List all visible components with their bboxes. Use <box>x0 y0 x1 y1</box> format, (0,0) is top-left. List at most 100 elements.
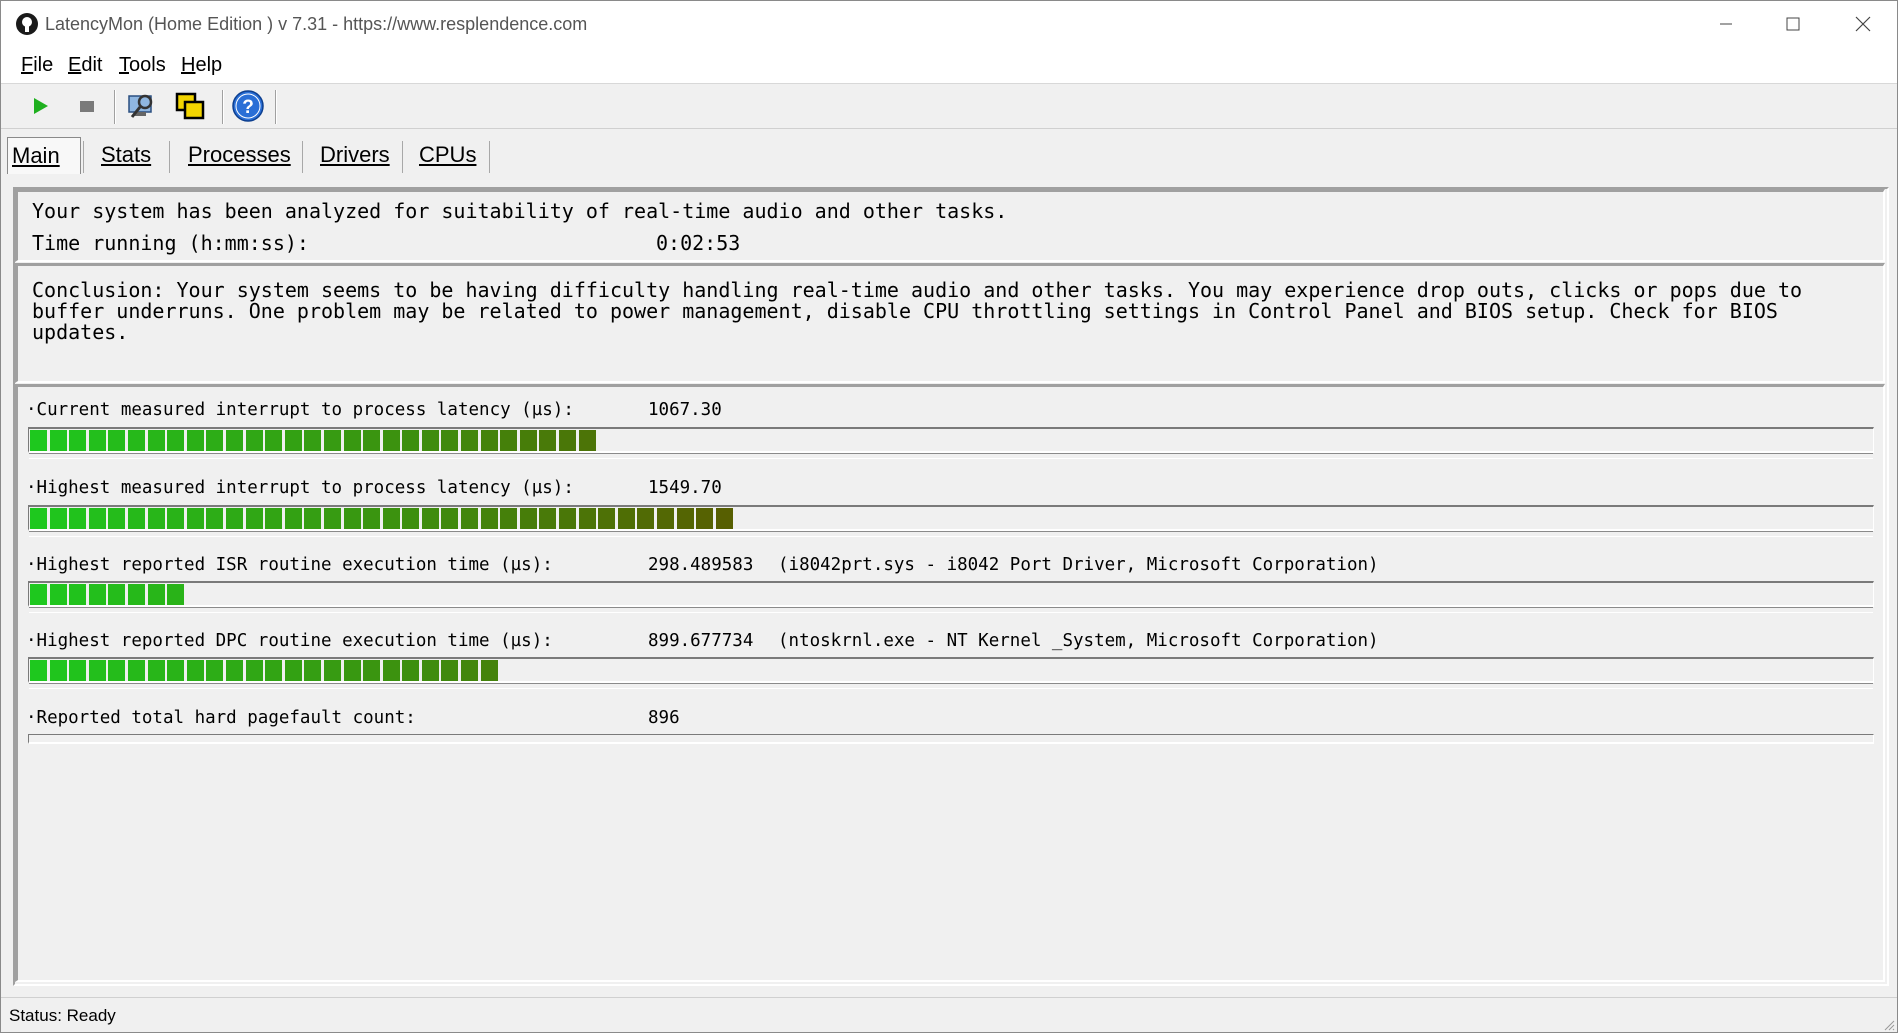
bar-segment <box>108 660 126 681</box>
bar-segment <box>304 660 322 681</box>
bar-segment <box>186 508 204 529</box>
bar-fill-current-latency <box>30 430 598 451</box>
bar-segment <box>147 508 165 529</box>
tab-main[interactable]: Main <box>7 137 81 174</box>
bar-segment <box>69 584 87 605</box>
bar-segment <box>245 660 263 681</box>
menu-file[interactable]: File <box>21 47 53 83</box>
bar-segment <box>69 430 87 451</box>
bar-segment <box>265 508 283 529</box>
bar-segment <box>343 508 361 529</box>
metric-label-current-latency: ·Current measured interrupt to process l… <box>26 400 574 420</box>
latencymon-app-icon <box>15 12 39 36</box>
bar-segment <box>284 508 302 529</box>
tab-drivers[interactable]: Drivers <box>316 139 394 171</box>
tab-cpus[interactable]: CPUs <box>415 139 480 171</box>
help-button[interactable]: ? <box>229 88 267 124</box>
title-bar[interactable]: LatencyMon (Home Edition ) v 7.31 - http… <box>1 1 1897 47</box>
bar-segment <box>382 660 400 681</box>
tab-stats[interactable]: Stats <box>97 139 155 171</box>
metric-value-isr-time: 298.489583 <box>648 555 754 575</box>
bar-segment <box>304 430 322 451</box>
bar-segment <box>500 508 518 529</box>
conclusion-text: Conclusion: Your system seems to be havi… <box>32 278 1815 344</box>
bar-segment <box>49 660 67 681</box>
bar-segment <box>363 508 381 529</box>
bar-segment <box>480 660 498 681</box>
minimize-button[interactable] <box>1691 1 1761 47</box>
menu-edit[interactable]: Edit <box>68 47 102 83</box>
bar-segment <box>265 430 283 451</box>
stop-button[interactable] <box>68 88 106 124</box>
bar-current-latency <box>28 427 1874 459</box>
main-panel: Your system has been analyzed for suitab… <box>13 187 1889 986</box>
toolbar: ? <box>1 84 1897 129</box>
menu-bar: File Edit Tools Help <box>1 47 1897 84</box>
bar-segment <box>284 660 302 681</box>
bar-segment <box>578 508 596 529</box>
conclusion-panel: Conclusion: Your system seems to be havi… <box>15 263 1885 383</box>
close-button[interactable] <box>1828 1 1897 47</box>
bar-segment <box>402 508 420 529</box>
summary-panel: Your system has been analyzed for suitab… <box>15 189 1885 262</box>
bar-segment <box>147 430 165 451</box>
bar-segment <box>500 430 518 451</box>
bar-fill-isr-time <box>30 584 187 605</box>
bar-segment <box>539 508 557 529</box>
bar-segment <box>402 660 420 681</box>
maximize-button[interactable] <box>1758 1 1828 47</box>
metric-label-pagefault-count: ·Reported total hard pagefault count: <box>26 708 416 728</box>
bar-segment <box>30 584 47 605</box>
bar-segment <box>69 660 87 681</box>
bar-segment <box>127 508 145 529</box>
bar-segment <box>167 430 185 451</box>
bar-segment <box>382 430 400 451</box>
bar-segment <box>88 508 106 529</box>
analyze-button[interactable] <box>122 88 160 124</box>
bar-segment <box>245 508 263 529</box>
bar-segment <box>363 430 381 451</box>
bar-segment <box>617 508 635 529</box>
tab-processes[interactable]: Processes <box>184 139 295 171</box>
metric-driver-isr: (i8042prt.sys - i8042 Port Driver, Micro… <box>778 555 1379 575</box>
bar-segment <box>598 508 616 529</box>
bar-segment <box>441 660 459 681</box>
bar-segment <box>108 584 126 605</box>
bar-segment <box>382 508 400 529</box>
close-icon <box>1855 16 1871 32</box>
bar-segment <box>69 508 87 529</box>
bar-segment <box>421 508 439 529</box>
status-bar: Status: Ready <box>1 997 1897 1032</box>
metric-label-highest-latency: ·Highest measured interrupt to process l… <box>26 478 574 498</box>
bar-segment <box>519 430 537 451</box>
analysis-summary-text: Your system has been analyzed for suitab… <box>32 199 1008 223</box>
bar-segment <box>343 430 361 451</box>
bar-segment <box>147 584 165 605</box>
status-text: Status: Ready <box>9 1006 116 1025</box>
bar-segment <box>441 508 459 529</box>
bar-segment <box>304 508 322 529</box>
bar-segment <box>206 430 224 451</box>
bar-segment <box>127 584 145 605</box>
bar-segment <box>30 660 47 681</box>
metrics-panel: ·Current measured interrupt to process l… <box>15 384 1885 982</box>
bar-segment <box>49 508 67 529</box>
bar-segment <box>402 430 420 451</box>
time-running-label: Time running (h:mm:ss): <box>32 231 309 255</box>
bar-segment <box>715 508 733 529</box>
tab-bar: Main Stats Processes Drivers CPUs <box>1 131 1897 177</box>
metric-value-pagefault-count: 896 <box>648 708 680 728</box>
bar-segment <box>108 508 126 529</box>
resize-grip-icon[interactable] <box>1883 1019 1895 1031</box>
menu-help[interactable]: Help <box>181 47 222 83</box>
windows-button[interactable] <box>171 88 209 124</box>
menu-tools[interactable]: Tools <box>119 47 166 83</box>
bar-segment <box>88 660 106 681</box>
bar-segment <box>206 508 224 529</box>
bar-segment <box>323 430 341 451</box>
maximize-icon <box>1786 17 1800 31</box>
bar-segment <box>225 660 243 681</box>
start-button[interactable] <box>21 88 59 124</box>
minimize-icon <box>1720 23 1732 25</box>
bar-fill-highest-latency <box>30 508 735 529</box>
